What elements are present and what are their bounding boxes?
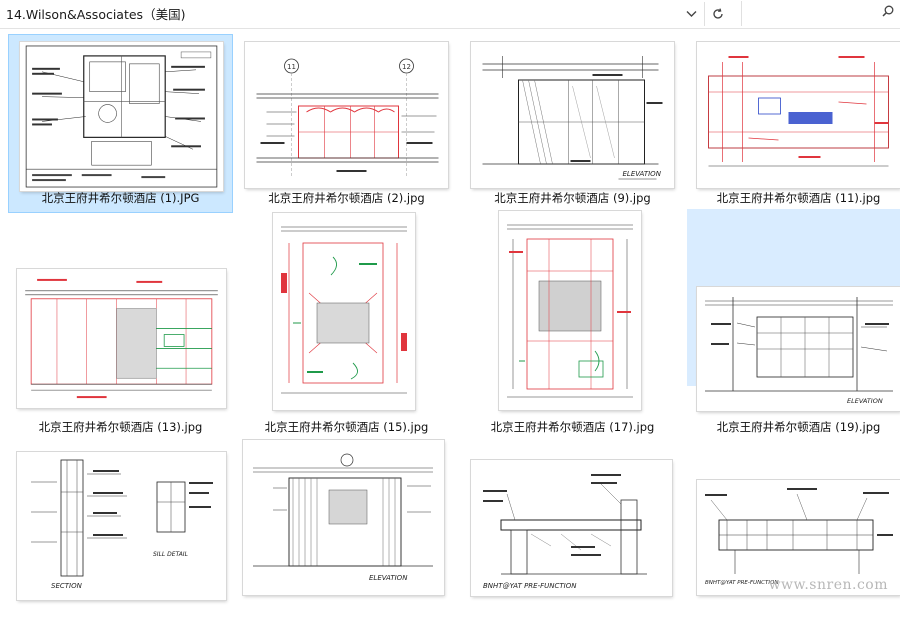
file-name[interactable]: 北京王府井希尔顿酒店 (2).jpg xyxy=(235,190,458,206)
file-thumbnail xyxy=(17,269,226,408)
address-bar[interactable]: 14.Wilson&Associates（美国) xyxy=(2,0,706,27)
file-thumbnail xyxy=(20,42,223,191)
file-thumbnail: ELEVATION xyxy=(243,440,444,595)
refresh-icon[interactable] xyxy=(706,3,730,25)
file-thumbnail xyxy=(697,42,900,188)
chevron-down-icon[interactable] xyxy=(679,3,703,25)
file-thumbnail: ELEVATION xyxy=(471,42,674,188)
toolbar-divider xyxy=(704,2,705,26)
breadcrumb-path[interactable]: 14.Wilson&Associates（美国) xyxy=(6,4,185,23)
drawing-title: ELEVATION xyxy=(623,170,662,178)
file-tile[interactable]: 北京王府井希尔顿酒店 (11).jpg xyxy=(687,35,900,212)
search-box[interactable] xyxy=(741,1,900,26)
file-name[interactable]: 北京王府井希尔顿酒店 (13).jpg xyxy=(9,419,232,435)
drawing-title: ELEVATION xyxy=(847,397,883,405)
file-thumbnail xyxy=(273,213,415,410)
file-tile[interactable]: ELEVATION 北京王府井希尔顿酒店 (19).jpg xyxy=(687,209,900,434)
file-thumbnail xyxy=(499,211,641,410)
grid-label: 11 xyxy=(287,63,296,71)
file-tile[interactable]: 11 12 北京王府井希尔顿酒店 (2).jpg xyxy=(235,35,458,212)
file-tile[interactable]: SECTION SILL DETAIL xyxy=(9,440,232,617)
drawing-title: ELEVATION xyxy=(369,574,408,582)
file-tile[interactable]: ELEVATION xyxy=(235,440,458,617)
grid-label: 12 xyxy=(402,63,411,71)
file-tile[interactable]: 北京王府井希尔顿酒店 (17).jpg xyxy=(461,209,684,434)
file-thumbnail: SECTION SILL DETAIL xyxy=(17,452,226,600)
drawing-title: SILL DETAIL xyxy=(153,551,188,558)
file-thumbnail: ELEVATION xyxy=(697,287,900,411)
file-thumbnail: 11 12 xyxy=(245,42,448,188)
drawing-title: BNHT@YAT PRE-FUNCTION xyxy=(705,580,778,586)
drawing-title: BNHT@YAT PRE-FUNCTION xyxy=(483,582,577,590)
file-thumbnail: BNHT@YAT PRE-FUNCTION xyxy=(471,460,672,596)
drawing-title: SECTION xyxy=(51,582,83,590)
file-tile[interactable]: ELEVATION 北京王府井希尔顿酒店 (9).jpg xyxy=(461,35,684,212)
search-icon[interactable] xyxy=(882,5,894,20)
file-name[interactable]: 北京王府井希尔顿酒店 (17).jpg xyxy=(461,419,684,435)
file-tile[interactable]: BNHT@YAT PRE-FUNCTION xyxy=(461,440,684,617)
file-name[interactable]: 北京王府井希尔顿酒店 (9).jpg xyxy=(461,190,684,206)
file-name[interactable]: 北京王府井希尔顿酒店 (19).jpg xyxy=(687,419,900,435)
file-name[interactable]: 北京王府井希尔顿酒店 (11).jpg xyxy=(687,190,900,206)
file-tile[interactable]: 北京王府井希尔顿酒店 (1).JPG xyxy=(8,34,233,213)
watermark-text: www.snren.com xyxy=(768,577,888,593)
file-tile[interactable]: 北京王府井希尔顿酒店 (13).jpg xyxy=(9,209,232,434)
address-toolbar: 14.Wilson&Associates（美国) xyxy=(0,0,900,29)
file-tile[interactable]: 北京王府井希尔顿酒店 (15).jpg xyxy=(235,209,458,434)
file-name[interactable]: 北京王府井希尔顿酒店 (1).JPG xyxy=(9,190,232,206)
file-name[interactable]: 北京王府井希尔顿酒店 (15).jpg xyxy=(235,419,458,435)
